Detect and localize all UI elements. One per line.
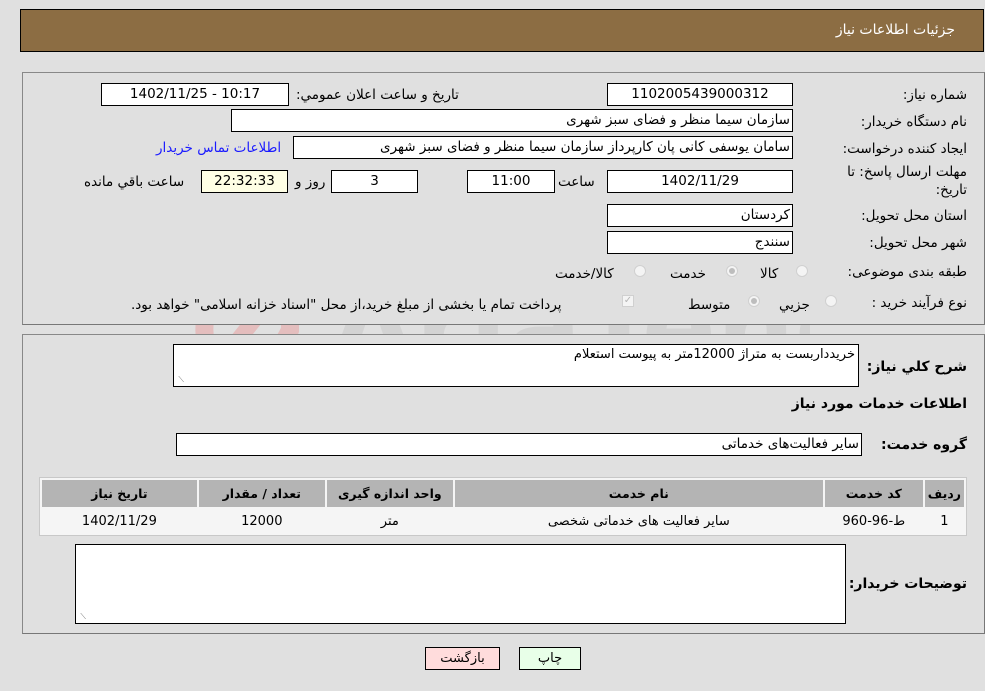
resize-grip-icon[interactable]: ⟋ xyxy=(176,376,184,384)
treasury-checkbox[interactable]: ✓ xyxy=(622,295,634,307)
services-table: ردیف کد خدمت نام خدمت واحد اندازه گیری ت… xyxy=(39,477,967,536)
col-header-need-date: تاریخ نیاز xyxy=(42,480,197,507)
remaining-time-label: ساعت باقي مانده xyxy=(84,174,185,190)
category-radio-goods[interactable] xyxy=(796,265,808,277)
category-radio-service[interactable] xyxy=(726,265,738,277)
cell-service-name: سایر فعالیت های خدماتی شخصی xyxy=(454,509,823,533)
services-heading: اطلاعات خدمات مورد نیاز xyxy=(791,396,967,412)
cell-unit: متر xyxy=(326,509,453,533)
buyer-contact-link[interactable]: اطلاعات تماس خریدار xyxy=(156,140,281,156)
table-header-row: ردیف کد خدمت نام خدمت واحد اندازه گیری ت… xyxy=(42,480,964,507)
province-label: استان محل تحویل: xyxy=(861,208,967,224)
page-header: جزئیات اطلاعات نیاز xyxy=(20,9,984,52)
category-option-goods-service: کالا/خدمت xyxy=(555,266,614,282)
category-radio-goods-service[interactable] xyxy=(634,265,646,277)
description-label: شرح کلي نیاز: xyxy=(866,359,967,375)
requester-label: ایجاد کننده درخواست: xyxy=(842,141,967,157)
deadline-date-field: 1402/11/29 xyxy=(607,170,793,193)
need-number-field: 1102005439000312 xyxy=(607,83,793,106)
announce-datetime-field: 1402/11/25 - 10:17 xyxy=(101,83,289,106)
service-group-label: گروه خدمت: xyxy=(881,437,967,453)
cell-row-number: 1 xyxy=(924,509,964,533)
remaining-time-field: 22:32:33 xyxy=(201,170,288,193)
col-header-quantity: تعداد / مقدار xyxy=(198,480,325,507)
print-button[interactable]: چاپ xyxy=(519,647,581,670)
purchase-process-label: نوع فرآیند خرید : xyxy=(871,295,967,311)
days-label: روز و xyxy=(295,174,326,190)
process-radio-medium[interactable] xyxy=(748,295,760,307)
city-field: سنندج xyxy=(607,231,793,254)
need-number-label: شماره نیاز: xyxy=(902,87,967,103)
remaining-days-field: 3 xyxy=(331,170,418,193)
category-option-goods: کالا xyxy=(760,266,779,282)
col-header-service-name: نام خدمت xyxy=(454,480,823,507)
col-header-unit: واحد اندازه گیری xyxy=(326,480,453,507)
requester-field: سامان یوسفی کانی پان کارپرداز سازمان سیم… xyxy=(293,136,793,159)
cell-need-date: 1402/11/29 xyxy=(42,509,197,533)
cell-service-code: ط-96-960 xyxy=(824,509,923,533)
buyer-notes-textarea[interactable]: ⟋ xyxy=(75,544,846,624)
resize-grip-icon[interactable]: ⟋ xyxy=(78,613,86,621)
cell-quantity: 12000 xyxy=(198,509,325,533)
city-label: شهر محل تحویل: xyxy=(869,235,967,251)
page-title: جزئیات اطلاعات نیاز xyxy=(835,22,955,38)
category-option-service: خدمت xyxy=(670,266,706,282)
back-button[interactable]: بازگشت xyxy=(425,647,500,670)
deadline-label: مهلت ارسال پاسخ: تا تاریخ: xyxy=(847,164,967,198)
buyer-org-label: نام دستگاه خریدار: xyxy=(860,114,967,130)
buyer-org-field: سازمان سیما منظر و فضای سبز شهری xyxy=(231,109,793,132)
buyer-notes-label: توضیحات خریدار: xyxy=(848,576,967,592)
deadline-time-label: ساعت xyxy=(558,174,595,190)
treasury-checkbox-label: پرداخت تمام یا بخشی از مبلغ خرید،از محل … xyxy=(131,297,562,313)
process-option-medium: متوسط xyxy=(688,297,731,313)
announce-datetime-label: تاریخ و ساعت اعلان عمومي: xyxy=(296,87,459,103)
col-header-service-code: کد خدمت xyxy=(824,480,923,507)
description-text: خریدداربست به متراژ 12000متر به پیوست اس… xyxy=(573,347,855,362)
process-option-minor: جزيي xyxy=(779,297,810,313)
deadline-time-field: 11:00 xyxy=(467,170,555,193)
description-textarea[interactable]: خریدداربست به متراژ 12000متر به پیوست اس… xyxy=(173,344,859,387)
service-group-field: سایر فعالیت‌های خدماتی xyxy=(176,433,862,456)
category-label: طبقه بندی موضوعی: xyxy=(847,264,967,280)
process-radio-minor[interactable] xyxy=(825,295,837,307)
table-row: 1 ط-96-960 سایر فعالیت های خدماتی شخصی م… xyxy=(42,509,964,533)
province-field: کردستان xyxy=(607,204,793,227)
col-header-row-number: ردیف xyxy=(924,480,964,507)
